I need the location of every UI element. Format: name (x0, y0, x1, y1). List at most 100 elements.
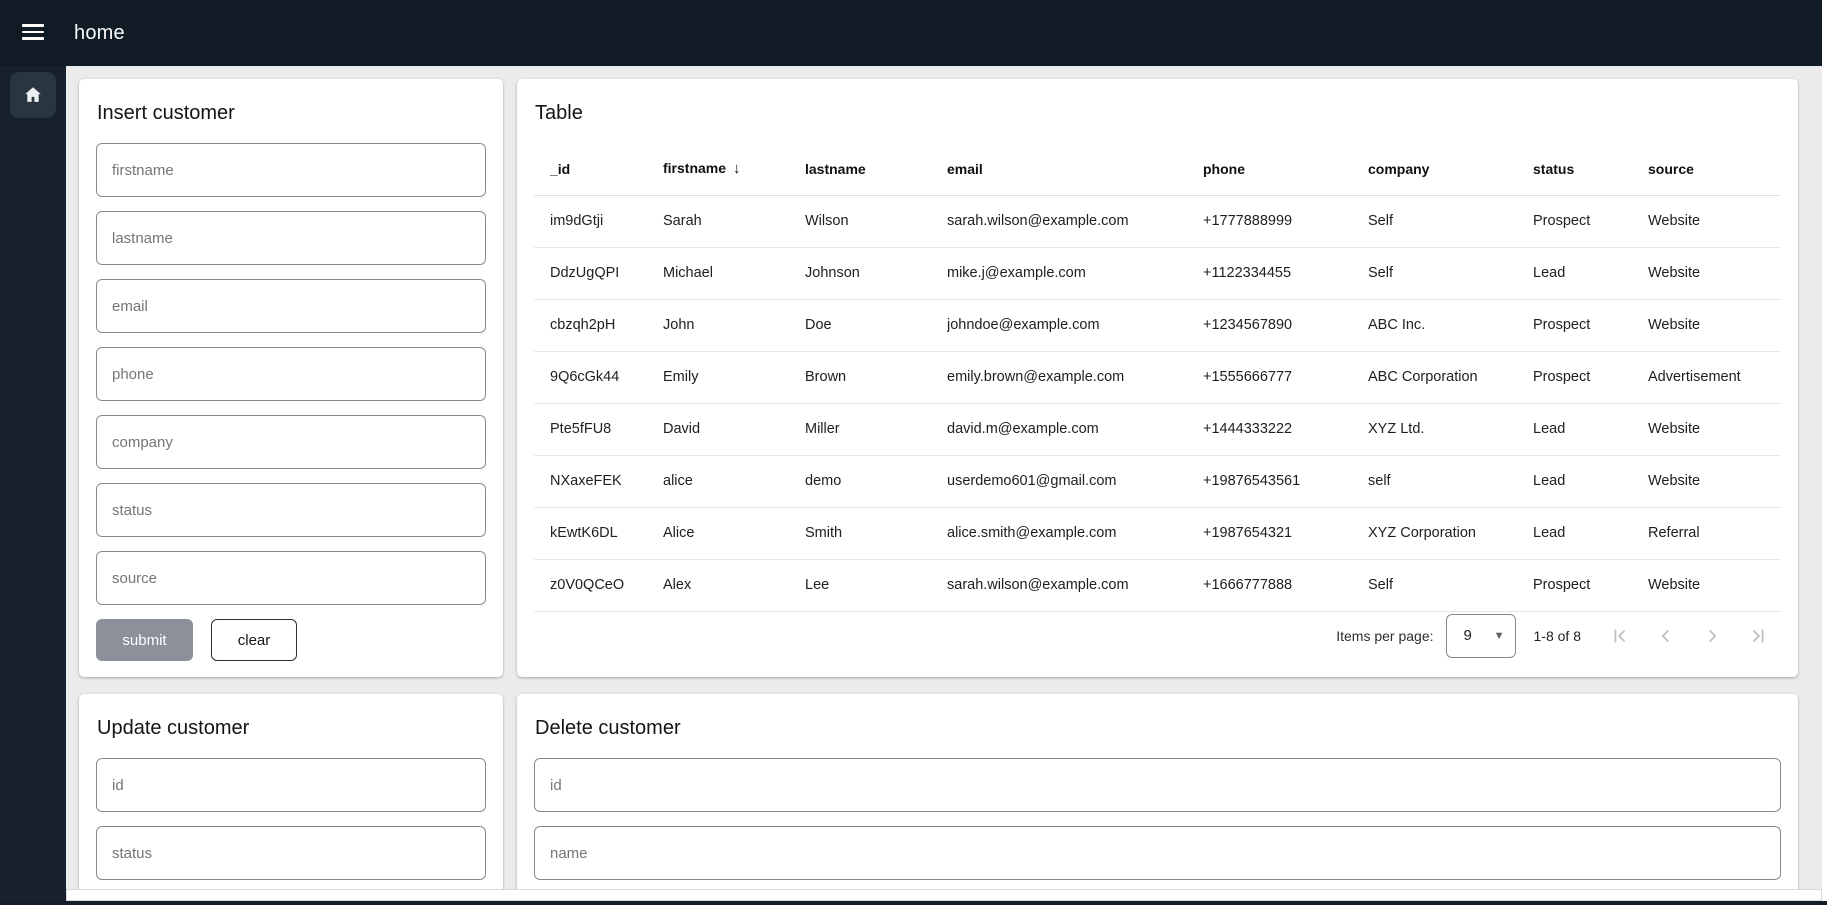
table-cell: self (1368, 455, 1533, 507)
paginator: Items per page: 9 ▼ 1-8 of 8 (534, 612, 1781, 661)
table-cell: Prospect (1533, 195, 1648, 247)
table-cell: Emily (663, 351, 805, 403)
table-cell: Website (1648, 195, 1781, 247)
first-page-button[interactable] (1597, 614, 1643, 658)
insert-customer-card: Insert customer submit clear (79, 79, 503, 677)
table-cell: Website (1648, 247, 1781, 299)
last-page-button[interactable] (1735, 614, 1781, 658)
table-cell: kEwtK6DL (534, 507, 663, 559)
insert-clear-button[interactable]: clear (211, 619, 297, 661)
table-cell: Lead (1533, 247, 1648, 299)
page-range-label: 1-8 of 8 (1534, 628, 1581, 644)
update-card-title: Update customer (97, 717, 486, 740)
topbar: home (0, 0, 1822, 66)
table-cell: +1987654321 (1203, 507, 1368, 559)
table-cell: z0V0QCeO (534, 559, 663, 611)
status-input[interactable] (96, 483, 486, 537)
table-cell: Sarah (663, 195, 805, 247)
insert-card-title: Insert customer (97, 102, 486, 125)
update-status-input[interactable] (96, 826, 486, 880)
table-row: kEwtK6DLAliceSmithalice.smith@example.co… (534, 507, 1781, 559)
table-cell: Alex (663, 559, 805, 611)
table-cell: +1777888999 (1203, 195, 1368, 247)
phone-input[interactable] (96, 347, 486, 401)
insert-buttons: submit clear (96, 619, 486, 661)
column-header-lastname[interactable]: lastname (805, 143, 947, 195)
horizontal-scrollbar[interactable] (66, 889, 1822, 901)
table-cell: NXaxeFEK (534, 455, 663, 507)
source-input[interactable] (96, 551, 486, 605)
table-cell: Referral (1648, 507, 1781, 559)
previous-page-button[interactable] (1643, 614, 1689, 658)
menu-button[interactable] (22, 22, 48, 44)
table-cell: Advertisement (1648, 351, 1781, 403)
table-cell: Self (1368, 247, 1533, 299)
table-cell: Smith (805, 507, 947, 559)
column-header-status[interactable]: status (1533, 143, 1648, 195)
page-title: home (74, 22, 125, 45)
table-cell: 9Q6cGk44 (534, 351, 663, 403)
insert-submit-button[interactable]: submit (96, 619, 193, 661)
delete-id-input[interactable] (534, 758, 1781, 812)
table-cell: Lee (805, 559, 947, 611)
sidebar (0, 66, 66, 905)
table-cell: im9dGtji (534, 195, 663, 247)
email-input[interactable] (96, 279, 486, 333)
firstname-input[interactable] (96, 143, 486, 197)
update-customer-card: Update customer submit clear (79, 694, 503, 905)
column-header-id[interactable]: _id (534, 143, 663, 195)
table-body: im9dGtjiSarahWilsonsarah.wilson@example.… (534, 195, 1781, 611)
table-row: NXaxeFEKalicedemouserdemo601@gmail.com+1… (534, 455, 1781, 507)
items-per-page-label: Items per page: (1336, 628, 1433, 644)
table-card: Table _idfirstname↓lastnameemailphonecom… (517, 79, 1798, 677)
table-cell: Prospect (1533, 299, 1648, 351)
table-cell: John (663, 299, 805, 351)
table-cell: Pte5fFU8 (534, 403, 663, 455)
table-cell: DdzUgQPI (534, 247, 663, 299)
delete-customer-card: Delete customer submit clear (517, 694, 1798, 905)
company-input[interactable] (96, 415, 486, 469)
table-cell: +1444333222 (1203, 403, 1368, 455)
table-cell: alice.smith@example.com (947, 507, 1203, 559)
update-id-input[interactable] (96, 758, 486, 812)
next-page-icon (1701, 625, 1723, 647)
window-bottom-edge (0, 901, 1827, 905)
table-row: Pte5fFU8DavidMillerdavid.m@example.com+1… (534, 403, 1781, 455)
table-cell: emily.brown@example.com (947, 351, 1203, 403)
table-cell: XYZ Ltd. (1368, 403, 1533, 455)
column-header-company[interactable]: company (1368, 143, 1533, 195)
table-cell: Wilson (805, 195, 947, 247)
table-header-row: _idfirstname↓lastnameemailphonecompanyst… (534, 143, 1781, 195)
table-cell: alice (663, 455, 805, 507)
dropdown-arrow-icon: ▼ (1494, 630, 1505, 642)
table-cell: +1555666777 (1203, 351, 1368, 403)
column-header-phone[interactable]: phone (1203, 143, 1368, 195)
table-cell: mike.j@example.com (947, 247, 1203, 299)
table-row: im9dGtjiSarahWilsonsarah.wilson@example.… (534, 195, 1781, 247)
table-card-title: Table (535, 102, 1781, 125)
previous-page-icon (1655, 625, 1677, 647)
table-cell: David (663, 403, 805, 455)
table-cell: ABC Inc. (1368, 299, 1533, 351)
column-header-firstname[interactable]: firstname↓ (663, 143, 805, 195)
table-cell: +19876543561 (1203, 455, 1368, 507)
delete-card-title: Delete customer (535, 717, 1781, 740)
column-header-source[interactable]: source (1648, 143, 1781, 195)
table-cell: XYZ Corporation (1368, 507, 1533, 559)
customers-table: _idfirstname↓lastnameemailphonecompanyst… (534, 143, 1781, 612)
column-header-email[interactable]: email (947, 143, 1203, 195)
table-header: _idfirstname↓lastnameemailphonecompanyst… (534, 143, 1781, 195)
sidebar-item-home[interactable] (10, 72, 56, 118)
next-page-button[interactable] (1689, 614, 1735, 658)
table-cell: Website (1648, 403, 1781, 455)
table-cell: Prospect (1533, 559, 1648, 611)
items-per-page-select[interactable]: 9 ▼ (1446, 614, 1516, 658)
vertical-scrollbar[interactable] (1822, 0, 1827, 901)
table-row: z0V0QCeOAlexLeesarah.wilson@example.com+… (534, 559, 1781, 611)
table-cell: Alice (663, 507, 805, 559)
table-cell: Website (1648, 299, 1781, 351)
delete-name-input[interactable] (534, 826, 1781, 880)
first-page-icon (1609, 625, 1631, 647)
sort-arrow-icon: ↓ (733, 160, 741, 177)
lastname-input[interactable] (96, 211, 486, 265)
